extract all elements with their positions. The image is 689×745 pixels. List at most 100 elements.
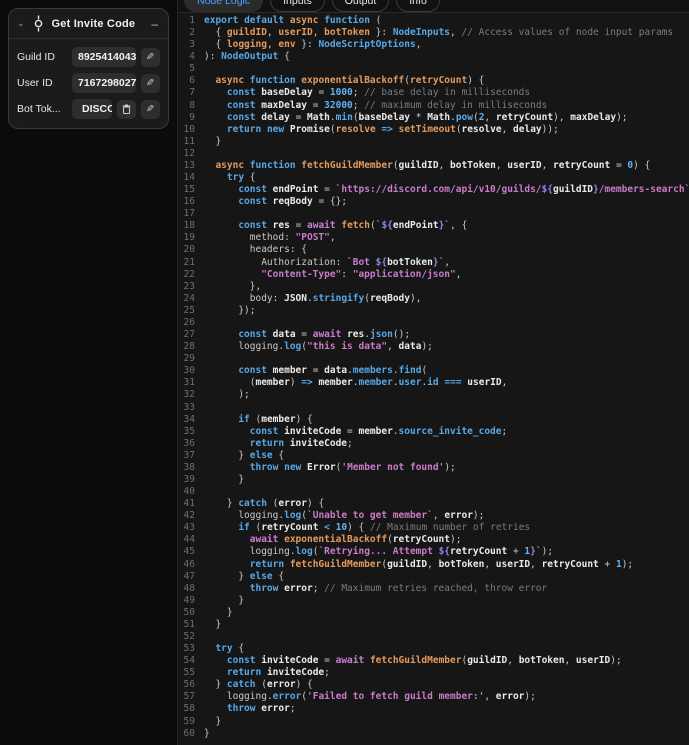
code-line: 29 xyxy=(178,353,689,365)
code-line: 9 const delay = Math.min(baseDelay * Mat… xyxy=(178,112,689,124)
minimize-icon[interactable]: – xyxy=(151,18,158,30)
code-line: 22 "Content-Type": "application/json", xyxy=(178,269,689,281)
code-line: 11 } xyxy=(178,136,689,148)
code-text: } xyxy=(204,594,245,606)
code-text: await exponentialBackoff(retryCount); xyxy=(249,534,462,546)
code-text: const inviteCode = member.source_invite_… xyxy=(249,425,508,437)
line-number: 18 xyxy=(183,220,195,232)
line-number: 7 xyxy=(189,87,195,99)
code-line: 25 }); xyxy=(178,305,689,317)
code-text: { logging, env }: NodeScriptOptions, xyxy=(204,39,422,51)
guild-id-input[interactable]: 89254140430... xyxy=(72,47,136,67)
code-line: 50 } xyxy=(178,607,689,619)
line-number: 56 xyxy=(183,679,195,691)
line-number: 34 xyxy=(183,413,195,425)
code-text: ): NodeOutput { xyxy=(204,51,290,63)
code-text: method: "POST", xyxy=(249,232,336,244)
line-number: 29 xyxy=(183,353,195,365)
code-line: 27 const data = await res.json(); xyxy=(178,329,689,341)
code-line: 55 return inviteCode; xyxy=(178,667,689,679)
code-text: const member = data.members.find( xyxy=(238,365,428,377)
line-number: 54 xyxy=(183,655,195,667)
line-number: 11 xyxy=(183,135,195,147)
code-line: 23 }, xyxy=(178,281,689,293)
line-number: 60 xyxy=(183,727,195,739)
line-number: 52 xyxy=(183,630,195,642)
code-text: const delay = Math.min(baseDelay * Math.… xyxy=(226,111,628,123)
code-text: const reqBody = {}; xyxy=(238,196,348,208)
code-text: logging.log(`Unable to get member`, erro… xyxy=(238,510,485,522)
code-line: 46 return fetchGuildMember(guildID, botT… xyxy=(178,559,689,571)
code-text: } xyxy=(204,473,245,485)
code-line: 52 xyxy=(178,631,689,643)
code-line: 3 { logging, env }: NodeScriptOptions, xyxy=(178,39,689,51)
code-text: } xyxy=(204,606,233,618)
line-number: 43 xyxy=(183,522,195,534)
trash-icon xyxy=(122,104,131,114)
node-card[interactable]: ⌄ Get Invite Code – Guild ID 89254140430… xyxy=(8,8,169,129)
code-line: 34 if (member) { xyxy=(178,414,689,426)
code-line: 2 { guildID, userID, botToken }: NodeInp… xyxy=(178,27,689,39)
tab-output[interactable]: Output xyxy=(331,0,390,12)
guild-id-label: Guild ID xyxy=(17,51,55,63)
line-number: 47 xyxy=(183,570,195,582)
code-text: if (retryCount < 10) { // Maximum number… xyxy=(238,522,531,534)
delete-bot-token-button[interactable] xyxy=(117,99,136,119)
field-row-user-id: User ID 716729802736... ✎ xyxy=(17,73,160,93)
collapse-chevron-icon[interactable]: ⌄ xyxy=(17,19,25,28)
code-text: return fetchGuildMember(guildID, botToke… xyxy=(249,558,634,570)
line-number: 48 xyxy=(183,582,195,594)
code-line: 47 } else { xyxy=(178,571,689,583)
edit-user-id-button[interactable]: ✎ xyxy=(141,73,160,93)
line-number: 42 xyxy=(183,510,195,522)
code-line: 57 logging.error('Failed to fetch guild … xyxy=(178,691,689,703)
line-number: 33 xyxy=(183,401,195,413)
tab-info[interactable]: Info xyxy=(396,0,440,12)
field-row-guild-id: Guild ID 89254140430... ✎ xyxy=(17,47,160,67)
tab-node-logic[interactable]: Node Logic xyxy=(184,0,264,12)
line-number: 17 xyxy=(183,208,195,220)
line-number: 10 xyxy=(183,123,195,135)
line-number: 19 xyxy=(183,232,195,244)
code-lines[interactable]: 1 export default async function (2 { guil… xyxy=(178,13,689,740)
user-id-input[interactable]: 716729802736... xyxy=(72,73,136,93)
code-line: 38 throw new Error('Member not found'); xyxy=(178,462,689,474)
code-text: try { xyxy=(215,643,245,655)
code-text: (member) => member.member.user.id === us… xyxy=(204,377,508,389)
node-card-header[interactable]: ⌄ Get Invite Code – xyxy=(9,9,168,39)
code-line: 24 body: JSON.stringify(reqBody), xyxy=(178,293,689,305)
bot-token-input[interactable]: DISCORD... xyxy=(72,99,112,119)
code-line: 59 } xyxy=(178,716,689,728)
line-number: 28 xyxy=(183,341,195,353)
code-text: const inviteCode = await fetchGuildMembe… xyxy=(226,655,622,667)
node-card-body: Guild ID 89254140430... ✎ User ID 716729… xyxy=(9,39,168,128)
pencil-icon: ✎ xyxy=(146,103,155,115)
code-text: if (member) { xyxy=(238,413,313,425)
node-title: Get Invite Code xyxy=(51,17,136,30)
code-line: 56 } catch (error) { xyxy=(178,679,689,691)
edit-guild-id-button[interactable]: ✎ xyxy=(141,47,160,67)
line-number: 36 xyxy=(183,437,195,449)
line-number: 58 xyxy=(183,703,195,715)
line-number: 15 xyxy=(183,184,195,196)
bot-token-value: DISCORD... xyxy=(82,103,112,115)
line-number: 8 xyxy=(189,99,195,111)
code-text: const data = await res.json(); xyxy=(238,329,411,341)
code-text: } xyxy=(204,135,222,147)
code-line: 8 const maxDelay = 32000; // maximum del… xyxy=(178,100,689,112)
code-text: } else { xyxy=(204,449,285,461)
line-number: 4 xyxy=(189,51,195,63)
edit-bot-token-button[interactable]: ✎ xyxy=(141,99,160,119)
tab-inputs[interactable]: Inputs xyxy=(270,0,325,12)
code-text: }); xyxy=(204,304,256,316)
code-line: 5 xyxy=(178,63,689,75)
commit-node-icon xyxy=(32,15,45,32)
code-line: 19 method: "POST", xyxy=(178,232,689,244)
code-text: throw new Error('Member not found'); xyxy=(249,461,456,473)
pencil-icon: ✎ xyxy=(146,51,155,63)
line-number: 53 xyxy=(183,643,195,655)
code-line: 37 } else { xyxy=(178,450,689,462)
code-line: 21 Authorization: `Bot ${botToken}`, xyxy=(178,257,689,269)
line-number: 9 xyxy=(189,111,195,123)
